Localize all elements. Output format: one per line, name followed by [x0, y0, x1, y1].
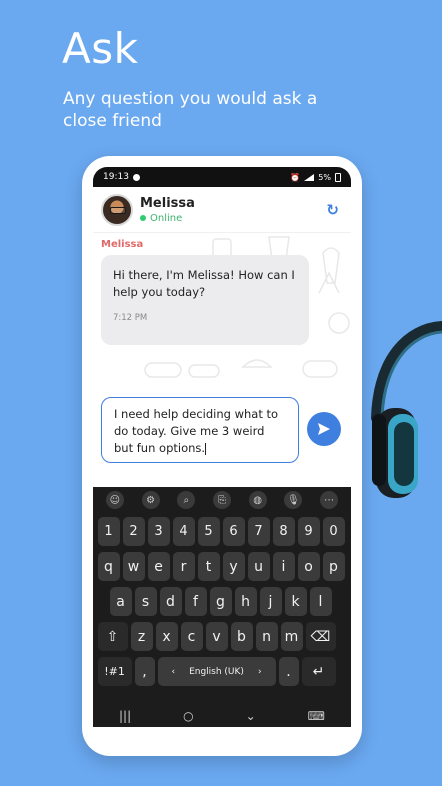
keyboard-switch-icon[interactable]: ⌨	[308, 709, 325, 723]
chat-body[interactable]: Melissa Hi there, I'm Melissa! How can I…	[93, 233, 351, 483]
headphones-image	[371, 321, 442, 498]
enter-icon: ↵	[312, 663, 325, 680]
phone-screen: 19:13 ⏰ 5% Melissa Online ↻ Melissa Hi t…	[93, 167, 351, 745]
key-q[interactable]: q	[97, 552, 120, 581]
contact-status-text: Online	[150, 212, 183, 224]
hero-title: Ask	[62, 24, 139, 73]
contact-name: Melissa	[140, 195, 195, 211]
recent-apps-icon[interactable]: |||	[119, 709, 131, 723]
key-z[interactable]: z	[130, 622, 153, 651]
key-m[interactable]: m	[280, 622, 303, 651]
search-icon[interactable]: ⌕	[177, 491, 196, 509]
key-8[interactable]: 8	[272, 517, 295, 546]
keyboard: ☺ ⚙ ⌕ ⎘ ◍ 🎙 ⋯ 1 2 3 4 5 6 7 8 9 0 q w e …	[93, 487, 351, 727]
chevron-right-icon: ›	[257, 666, 262, 677]
key-6[interactable]: 6	[222, 517, 245, 546]
key-f[interactable]: f	[184, 587, 207, 616]
message-bubble: Hi there, I'm Melissa! How can I help yo…	[101, 255, 309, 345]
key-e[interactable]: e	[147, 552, 170, 581]
comma-key[interactable]: ,	[134, 657, 155, 686]
enter-key[interactable]: ↵	[301, 657, 336, 686]
backspace-icon: ⌫	[310, 628, 331, 645]
key-u[interactable]: u	[247, 552, 270, 581]
contact-status: Online	[140, 213, 195, 224]
key-c[interactable]: c	[180, 622, 203, 651]
shift-icon: ⇧	[106, 628, 119, 645]
keyboard-row-2: a s d f g h j k l	[93, 587, 351, 616]
emoji-icon[interactable]: ☺	[105, 491, 124, 509]
key-s[interactable]: s	[134, 587, 157, 616]
space-key-label: English (UK)	[189, 666, 244, 677]
chat-header: Melissa Online ↻	[93, 187, 351, 233]
key-3[interactable]: 3	[147, 517, 170, 546]
key-2[interactable]: 2	[122, 517, 145, 546]
key-d[interactable]: d	[159, 587, 182, 616]
key-i[interactable]: i	[272, 552, 295, 581]
extension-icon[interactable]: ◍	[248, 491, 267, 509]
key-v[interactable]: v	[205, 622, 228, 651]
send-icon	[318, 423, 330, 435]
back-chevron-down-icon[interactable]: ⌄	[246, 709, 256, 723]
keyboard-row-1: q w e r t y u i o p	[93, 552, 351, 581]
text-caret	[205, 442, 207, 455]
key-4[interactable]: 4	[172, 517, 195, 546]
shift-key[interactable]: ⇧	[97, 622, 128, 651]
key-k[interactable]: k	[284, 587, 307, 616]
chevron-left-icon: ‹	[171, 666, 176, 677]
keyboard-row-numbers: 1 2 3 4 5 6 7 8 9 0	[93, 517, 351, 546]
keyboard-row-bottom: !#1 , ‹ English (UK) › . ↵	[93, 657, 351, 686]
key-g[interactable]: g	[209, 587, 232, 616]
key-o[interactable]: o	[297, 552, 320, 581]
key-w[interactable]: w	[122, 552, 145, 581]
symbols-key[interactable]: !#1	[97, 657, 132, 686]
navigation-bar: ||| ○ ⌄ ⌨	[93, 705, 351, 727]
message-input-text: I need help deciding what to do today. G…	[114, 407, 279, 455]
microphone-icon[interactable]: 🎙	[284, 491, 303, 509]
key-y[interactable]: y	[222, 552, 245, 581]
keyboard-toolbar: ☺ ⚙ ⌕ ⎘ ◍ 🎙 ⋯	[93, 487, 351, 513]
message-input[interactable]: I need help deciding what to do today. G…	[101, 397, 299, 463]
input-row: I need help deciding what to do today. G…	[101, 397, 345, 463]
avatar[interactable]	[101, 193, 133, 226]
battery-icon	[335, 172, 341, 182]
refresh-icon[interactable]: ↻	[326, 201, 339, 219]
message-time: 7:12 PM	[113, 313, 148, 323]
online-dot-icon	[140, 215, 146, 221]
key-n[interactable]: n	[255, 622, 278, 651]
key-b[interactable]: b	[230, 622, 253, 651]
key-j[interactable]: j	[259, 587, 282, 616]
key-p[interactable]: p	[322, 552, 345, 581]
key-9[interactable]: 9	[297, 517, 320, 546]
backspace-key[interactable]: ⌫	[305, 622, 336, 651]
signal-icon	[304, 173, 315, 181]
settings-gear-icon[interactable]: ⚙	[141, 491, 160, 509]
key-1[interactable]: 1	[97, 517, 120, 546]
period-key[interactable]: .	[278, 657, 299, 686]
key-h[interactable]: h	[234, 587, 257, 616]
key-a[interactable]: a	[109, 587, 132, 616]
key-r[interactable]: r	[172, 552, 195, 581]
key-7[interactable]: 7	[247, 517, 270, 546]
message-text: Hi there, I'm Melissa! How can I help yo…	[113, 268, 295, 299]
alarm-icon: ⏰	[290, 172, 301, 182]
send-button[interactable]	[307, 412, 341, 446]
key-l[interactable]: l	[309, 587, 332, 616]
phone-frame: 19:13 ⏰ 5% Melissa Online ↻ Melissa Hi t…	[82, 156, 362, 756]
home-icon[interactable]: ○	[183, 709, 193, 723]
status-battery: 5%	[318, 172, 331, 182]
translate-icon[interactable]: ⎘	[212, 491, 231, 509]
key-5[interactable]: 5	[197, 517, 220, 546]
space-key[interactable]: ‹ English (UK) ›	[157, 657, 276, 686]
keyboard-row-3: ⇧ z x c v b n m ⌫	[93, 622, 351, 651]
sender-label: Melissa	[101, 239, 144, 250]
key-x[interactable]: x	[155, 622, 178, 651]
key-t[interactable]: t	[197, 552, 220, 581]
status-bar: 19:13 ⏰ 5%	[93, 167, 351, 195]
status-time: 19:13	[103, 172, 129, 182]
more-options-icon[interactable]: ⋯	[320, 491, 339, 509]
messenger-icon	[132, 173, 140, 181]
hero-subtitle: Any question you would ask a close frien…	[63, 89, 318, 131]
key-0[interactable]: 0	[322, 517, 345, 546]
